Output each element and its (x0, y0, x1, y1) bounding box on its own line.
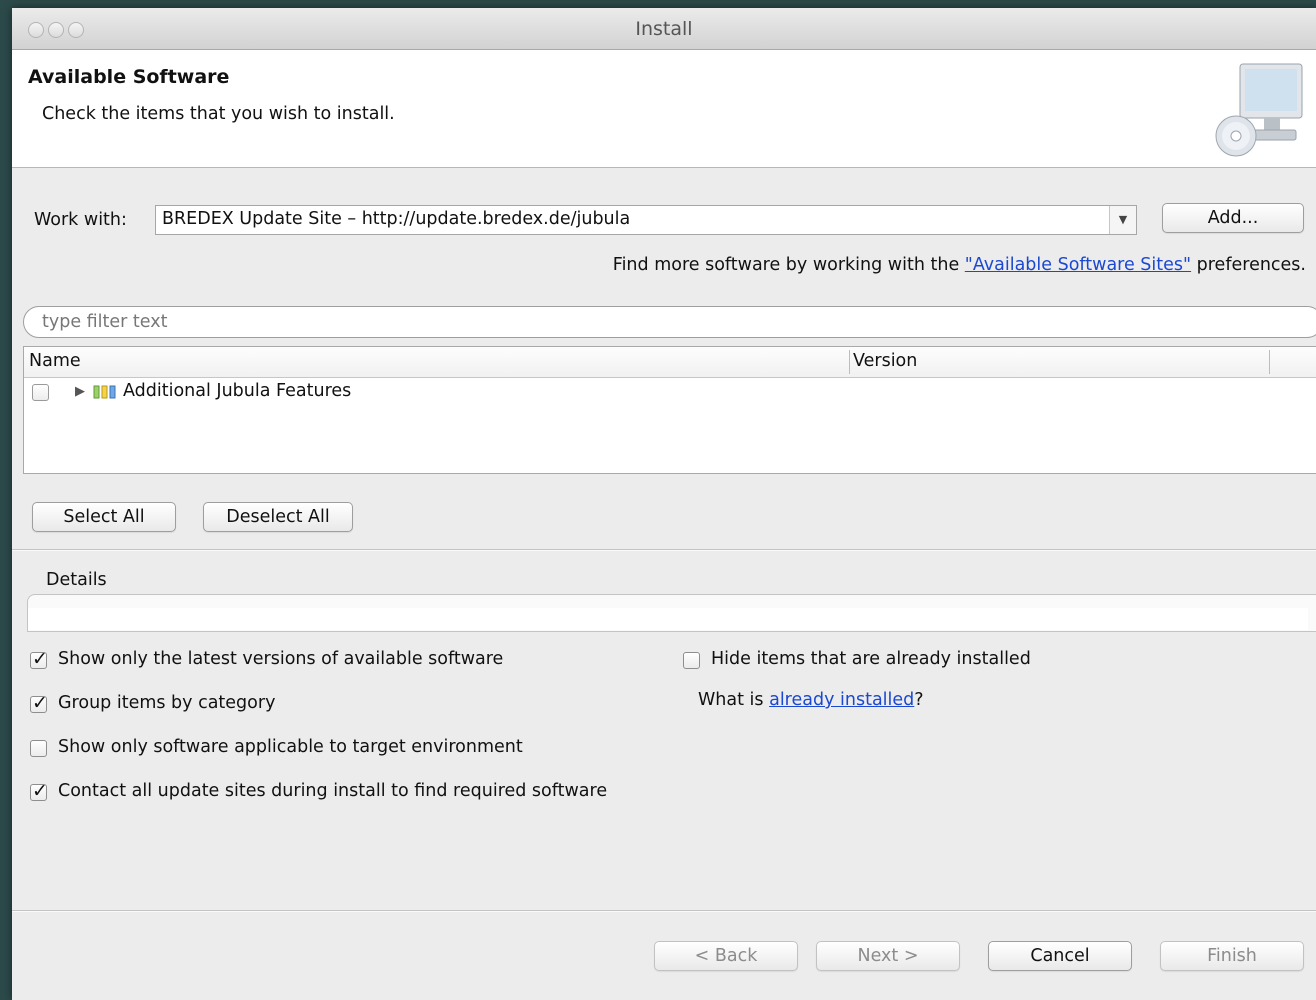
row-checkbox[interactable] (32, 384, 49, 401)
category-icon (93, 385, 116, 399)
table-row[interactable]: ▶ Additional Jubula Features (24, 379, 1316, 407)
row-label: Additional Jubula Features (123, 381, 352, 401)
page-title: Available Software (28, 66, 230, 88)
available-software-sites-link[interactable]: "Available Software Sites" (965, 255, 1191, 275)
hide-installed-label: Hide items that are already installed (711, 649, 1031, 669)
hint-prefix: Find more software by working with the (612, 255, 965, 275)
show-applicable-checkbox[interactable] (30, 740, 47, 757)
contact-all-sites-label: Contact all update sites during install … (58, 781, 608, 801)
title-bar: Install (12, 8, 1316, 50)
already-installed-link[interactable]: already installed (769, 690, 914, 710)
checkmark-icon: ✓ (32, 692, 48, 714)
filter-input[interactable]: type filter text (23, 306, 1316, 338)
expand-arrow-icon[interactable]: ▶ (75, 384, 85, 399)
window-title: Install (635, 18, 693, 40)
column-name[interactable]: Name (29, 351, 81, 371)
group-by-category-checkbox[interactable]: ✓ (30, 692, 48, 714)
work-with-value: BREDEX Update Site – http://update.brede… (162, 209, 631, 229)
finish-button[interactable]: Finish (1160, 941, 1304, 971)
show-applicable-label: Show only software applicable to target … (58, 737, 523, 757)
available-sites-hint: Find more software by working with the "… (613, 255, 1306, 275)
what-is-installed: What is already installed? (698, 690, 924, 710)
add-site-button[interactable]: Add... (1162, 203, 1304, 233)
column-divider[interactable] (849, 350, 850, 374)
next-button[interactable]: Next > (816, 941, 960, 971)
deselect-all-button[interactable]: Deselect All (203, 502, 353, 532)
show-latest-checkbox[interactable]: ✓ (30, 648, 48, 670)
checkmark-icon: ✓ (32, 780, 48, 802)
what-is-prefix: What is (698, 690, 770, 710)
details-text (28, 608, 1308, 630)
tree-header: Name Version (24, 347, 1316, 378)
checkmark-icon: ✓ (32, 648, 48, 670)
divider (12, 549, 1316, 551)
back-button[interactable]: < Back (654, 941, 798, 971)
contact-all-sites-checkbox[interactable]: ✓ (30, 780, 48, 802)
group-by-category-label: Group items by category (58, 693, 276, 713)
chevron-down-icon[interactable]: ▼ (1109, 206, 1136, 234)
column-divider[interactable] (1269, 350, 1270, 374)
hint-suffix: preferences. (1191, 255, 1306, 275)
install-dialog: Install Available Software Check the ite… (12, 8, 1316, 1000)
what-is-suffix: ? (914, 690, 924, 710)
page-description: Check the items that you wish to install… (42, 104, 395, 124)
column-version[interactable]: Version (853, 351, 917, 371)
cancel-button[interactable]: Cancel (988, 941, 1132, 971)
hide-installed-checkbox[interactable] (683, 652, 700, 669)
header-banner: Available Software Check the items that … (12, 50, 1316, 168)
select-all-button[interactable]: Select All (32, 502, 176, 532)
software-tree[interactable]: Name Version ▶ Additional Jubula Feature… (23, 346, 1316, 474)
footer-divider (12, 910, 1316, 912)
work-with-combo[interactable]: BREDEX Update Site – http://update.brede… (155, 205, 1137, 235)
show-latest-label: Show only the latest versions of availab… (58, 649, 504, 669)
install-software-icon (1215, 63, 1303, 157)
details-label: Details (46, 570, 107, 590)
work-with-label: Work with: (34, 210, 127, 230)
